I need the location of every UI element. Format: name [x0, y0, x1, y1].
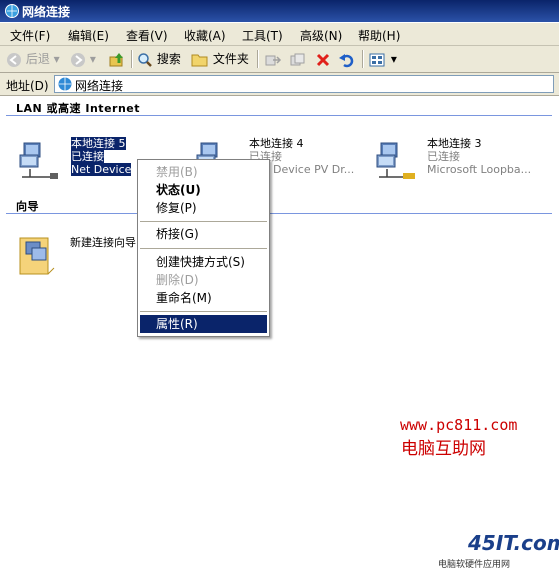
- connection-device: Net Device: [71, 163, 132, 176]
- menu-item-repair[interactable]: 修复(P): [140, 199, 267, 217]
- lan-connection-icon: [19, 142, 58, 179]
- address-value: 网络连接: [75, 79, 124, 93]
- search-label: 搜索: [156, 52, 181, 66]
- content-pane: LAN 或高速 Internet 本地连接 5 已连接 Net Device 本…: [0, 96, 559, 570]
- toolbar-separator: [257, 50, 259, 68]
- menu-favorites[interactable]: 收藏(A): [184, 27, 226, 44]
- views-dropdown-icon[interactable]: ▾: [391, 52, 397, 66]
- menu-separator: [140, 221, 267, 222]
- group-divider: [6, 213, 552, 214]
- menu-item-disable[interactable]: 禁用(B): [140, 163, 267, 181]
- address-bar: 地址(D) 网络连接: [0, 73, 559, 96]
- undo-button[interactable]: [338, 50, 356, 68]
- undo-icon: [339, 53, 354, 67]
- connection-status: 已连接: [71, 150, 104, 163]
- menu-item-properties[interactable]: 属性(R): [140, 315, 267, 333]
- wizard-label: 新建连接向导: [70, 236, 136, 249]
- back-button[interactable]: 后退 ▾: [6, 50, 60, 68]
- menu-item-status[interactable]: 状态(U): [140, 181, 267, 199]
- connection-device: Device PV Dr...: [273, 163, 355, 176]
- wizard-icon: [19, 237, 55, 275]
- move-to-button[interactable]: [264, 50, 282, 68]
- back-dropdown-icon[interactable]: ▾: [54, 52, 60, 66]
- delete-button[interactable]: [315, 50, 331, 68]
- network-globe-icon: [58, 77, 72, 91]
- folder-icon: [191, 54, 208, 66]
- menu-item-bridge[interactable]: 桥接(G): [140, 225, 267, 243]
- toolbar-separator: [131, 50, 133, 68]
- menu-edit[interactable]: 编辑(E): [68, 27, 109, 44]
- address-field[interactable]: 网络连接: [54, 75, 554, 93]
- connection-name: 本地连接 5: [71, 137, 126, 150]
- back-label: 后退: [25, 52, 50, 66]
- group-lan-header: LAN 或高速 Internet: [16, 102, 141, 115]
- folders-label: 文件夹: [212, 52, 249, 66]
- copy-to-button[interactable]: [289, 50, 307, 68]
- menu-item-rename[interactable]: 重命名(M): [140, 289, 267, 307]
- folder-up-icon: [109, 52, 123, 66]
- window-title: 网络连接: [22, 5, 71, 19]
- menu-bar: 文件(F) 编辑(E) 查看(V) 收藏(A) 工具(T) 高级(N) 帮助(H…: [0, 23, 559, 46]
- menu-item-create-shortcut[interactable]: 创建快捷方式(S): [140, 253, 267, 271]
- title-bar: 网络连接: [0, 0, 559, 22]
- logo-subtitle: 电脑软硬件应用网: [438, 560, 511, 570]
- group-divider: [6, 115, 552, 116]
- forward-arrow-icon: [71, 52, 85, 67]
- menu-file[interactable]: 文件(F): [10, 27, 50, 44]
- connection-device: Microsoft Loopba...: [427, 163, 532, 176]
- menu-advanced[interactable]: 高级(N): [300, 27, 342, 44]
- toolbar: 后退 ▾ ▾ 搜索 文件夹 ▾: [0, 46, 559, 73]
- delete-x-icon: [316, 53, 330, 66]
- folders-button[interactable]: 文件夹: [191, 50, 249, 68]
- back-arrow-icon: [7, 52, 21, 67]
- menu-tools[interactable]: 工具(T): [242, 27, 283, 44]
- search-icon: [138, 52, 152, 67]
- toolbar-separator: [362, 50, 364, 68]
- forward-button[interactable]: ▾: [70, 50, 96, 68]
- forward-dropdown-icon[interactable]: ▾: [90, 52, 96, 66]
- watermark-site-name: 电脑互助网: [401, 439, 486, 459]
- menu-separator: [140, 248, 267, 249]
- views-button[interactable]: ▾: [369, 50, 397, 68]
- views-grid-icon: [369, 53, 385, 66]
- group-wizard-header: 向导: [16, 200, 39, 213]
- menu-view[interactable]: 查看(V): [126, 27, 168, 44]
- lan-connection-icon: [376, 142, 415, 179]
- connection-name: 本地连接 3: [427, 137, 482, 150]
- context-menu: 禁用(B) 状态(U) 修复(P) 桥接(G) 创建快捷方式(S) 删除(D) …: [137, 159, 270, 337]
- move-to-icon: [265, 55, 282, 65]
- watermark-url: www.pc811.com: [400, 416, 518, 434]
- logo-text: 45IT.com: [468, 531, 559, 555]
- copy-to-icon: [290, 53, 305, 65]
- network-connections-icon: [5, 4, 19, 18]
- menu-help[interactable]: 帮助(H): [358, 27, 400, 44]
- connection-name: 本地连接 4: [249, 137, 304, 150]
- menu-item-delete[interactable]: 删除(D): [140, 271, 267, 289]
- site-logo: 45IT.com 电脑软硬件应用网: [438, 531, 559, 571]
- up-button[interactable]: [108, 50, 126, 68]
- search-button[interactable]: 搜索: [137, 50, 181, 68]
- address-label: 地址(D): [6, 79, 49, 93]
- connection-item[interactable]: 本地连接 3 已连接 Microsoft Loopba...: [373, 137, 543, 181]
- menu-separator: [140, 311, 267, 312]
- connection-status: 已连接: [427, 150, 460, 163]
